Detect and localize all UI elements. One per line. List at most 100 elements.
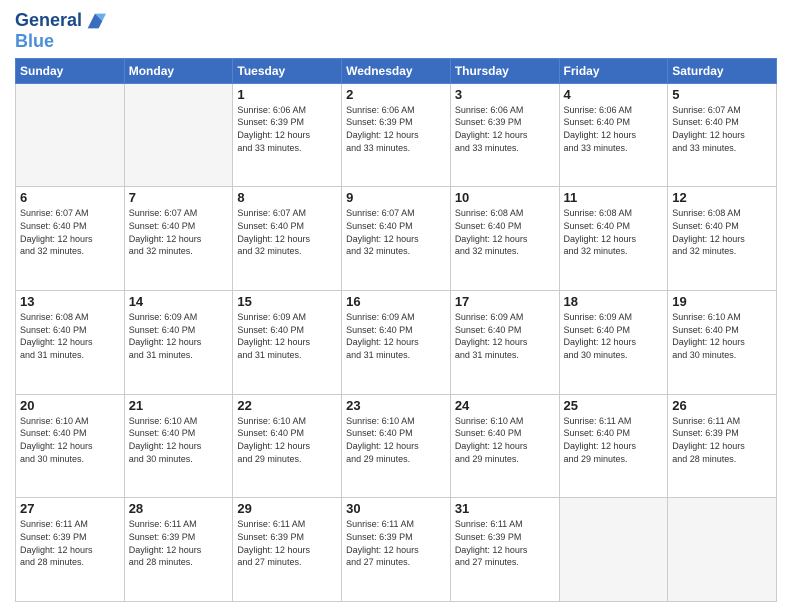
day-number: 11 bbox=[564, 190, 664, 205]
day-number: 17 bbox=[455, 294, 555, 309]
day-number: 20 bbox=[20, 398, 120, 413]
cell-info: Sunrise: 6:09 AM Sunset: 6:40 PM Dayligh… bbox=[564, 311, 664, 361]
calendar-header-row: SundayMondayTuesdayWednesdayThursdayFrid… bbox=[16, 58, 777, 83]
day-number: 1 bbox=[237, 87, 337, 102]
cell-info: Sunrise: 6:10 AM Sunset: 6:40 PM Dayligh… bbox=[237, 415, 337, 465]
day-number: 10 bbox=[455, 190, 555, 205]
calendar-cell bbox=[668, 498, 777, 602]
calendar-week-row: 20 Sunrise: 6:10 AM Sunset: 6:40 PM Dayli… bbox=[16, 394, 777, 498]
day-number: 14 bbox=[129, 294, 229, 309]
page: General Blue SundayMondayTuesdayWednesda… bbox=[0, 0, 792, 612]
day-number: 31 bbox=[455, 501, 555, 516]
cell-info: Sunrise: 6:11 AM Sunset: 6:39 PM Dayligh… bbox=[672, 415, 772, 465]
day-number: 30 bbox=[346, 501, 446, 516]
day-number: 25 bbox=[564, 398, 664, 413]
calendar-cell bbox=[16, 83, 125, 187]
calendar-cell: 13 Sunrise: 6:08 AM Sunset: 6:40 PM Dayli… bbox=[16, 291, 125, 395]
day-number: 5 bbox=[672, 87, 772, 102]
calendar-cell: 2Sunrise: 6:06 AM Sunset: 6:39 PM Daylig… bbox=[342, 83, 451, 187]
calendar-cell: 5 Sunrise: 6:07 AM Sunset: 6:40 PM Daylig… bbox=[668, 83, 777, 187]
cell-info: Sunrise: 6:08 AM Sunset: 6:40 PM Dayligh… bbox=[564, 207, 664, 257]
cell-info: Sunrise: 6:07 AM Sunset: 6:40 PM Dayligh… bbox=[20, 207, 120, 257]
column-header-tuesday: Tuesday bbox=[233, 58, 342, 83]
day-number: 4 bbox=[564, 87, 664, 102]
cell-info: Sunrise: 6:07 AM Sunset: 6:40 PM Dayligh… bbox=[672, 104, 772, 154]
header: General Blue bbox=[15, 10, 777, 52]
calendar-cell: 29 Sunrise: 6:11 AM Sunset: 6:39 PM Dayli… bbox=[233, 498, 342, 602]
day-number: 24 bbox=[455, 398, 555, 413]
calendar-cell bbox=[559, 498, 668, 602]
day-number: 22 bbox=[237, 398, 337, 413]
day-number: 7 bbox=[129, 190, 229, 205]
day-number: 28 bbox=[129, 501, 229, 516]
calendar-cell: 28 Sunrise: 6:11 AM Sunset: 6:39 PM Dayli… bbox=[124, 498, 233, 602]
calendar-week-row: 27 Sunrise: 6:11 AM Sunset: 6:39 PM Dayli… bbox=[16, 498, 777, 602]
cell-info: Sunrise: 6:11 AM Sunset: 6:39 PM Dayligh… bbox=[346, 518, 446, 568]
cell-info: Sunrise: 6:09 AM Sunset: 6:40 PM Dayligh… bbox=[237, 311, 337, 361]
day-number: 19 bbox=[672, 294, 772, 309]
calendar-week-row: 13 Sunrise: 6:08 AM Sunset: 6:40 PM Dayli… bbox=[16, 291, 777, 395]
day-number: 23 bbox=[346, 398, 446, 413]
day-number: 16 bbox=[346, 294, 446, 309]
cell-info: Sunrise: 6:07 AM Sunset: 6:40 PM Dayligh… bbox=[129, 207, 229, 257]
logo: General Blue bbox=[15, 10, 106, 52]
day-number: 9 bbox=[346, 190, 446, 205]
calendar-cell: 26Sunrise: 6:11 AM Sunset: 6:39 PM Dayli… bbox=[668, 394, 777, 498]
calendar-cell: 30 Sunrise: 6:11 AM Sunset: 6:39 PM Dayli… bbox=[342, 498, 451, 602]
calendar-cell: 8 Sunrise: 6:07 AM Sunset: 6:40 PM Daylig… bbox=[233, 187, 342, 291]
calendar-cell: 7 Sunrise: 6:07 AM Sunset: 6:40 PM Daylig… bbox=[124, 187, 233, 291]
day-number: 12 bbox=[672, 190, 772, 205]
calendar-table: SundayMondayTuesdayWednesdayThursdayFrid… bbox=[15, 58, 777, 602]
cell-info: Sunrise: 6:07 AM Sunset: 6:40 PM Dayligh… bbox=[346, 207, 446, 257]
day-number: 15 bbox=[237, 294, 337, 309]
logo-icon bbox=[84, 10, 106, 32]
calendar-cell: 9 Sunrise: 6:07 AM Sunset: 6:40 PM Daylig… bbox=[342, 187, 451, 291]
calendar-cell: 1Sunrise: 6:06 AM Sunset: 6:39 PM Daylig… bbox=[233, 83, 342, 187]
calendar-cell: 12 Sunrise: 6:08 AM Sunset: 6:40 PM Dayli… bbox=[668, 187, 777, 291]
cell-info: Sunrise: 6:10 AM Sunset: 6:40 PM Dayligh… bbox=[129, 415, 229, 465]
cell-info: Sunrise: 6:09 AM Sunset: 6:40 PM Dayligh… bbox=[346, 311, 446, 361]
day-number: 13 bbox=[20, 294, 120, 309]
cell-info: Sunrise: 6:11 AM Sunset: 6:39 PM Dayligh… bbox=[455, 518, 555, 568]
cell-info: Sunrise: 6:11 AM Sunset: 6:39 PM Dayligh… bbox=[237, 518, 337, 568]
column-header-saturday: Saturday bbox=[668, 58, 777, 83]
cell-info: Sunrise: 6:09 AM Sunset: 6:40 PM Dayligh… bbox=[129, 311, 229, 361]
cell-info: Sunrise: 6:08 AM Sunset: 6:40 PM Dayligh… bbox=[20, 311, 120, 361]
calendar-cell: 20 Sunrise: 6:10 AM Sunset: 6:40 PM Dayli… bbox=[16, 394, 125, 498]
cell-info: Sunrise: 6:11 AM Sunset: 6:40 PM Dayligh… bbox=[564, 415, 664, 465]
calendar-cell bbox=[124, 83, 233, 187]
day-number: 6 bbox=[20, 190, 120, 205]
calendar-cell: 21Sunrise: 6:10 AM Sunset: 6:40 PM Dayli… bbox=[124, 394, 233, 498]
calendar-week-row: 6 Sunrise: 6:07 AM Sunset: 6:40 PM Daylig… bbox=[16, 187, 777, 291]
column-header-thursday: Thursday bbox=[450, 58, 559, 83]
calendar-cell: 15 Sunrise: 6:09 AM Sunset: 6:40 PM Dayli… bbox=[233, 291, 342, 395]
column-header-wednesday: Wednesday bbox=[342, 58, 451, 83]
logo-text: General bbox=[15, 11, 82, 31]
cell-info: Sunrise: 6:09 AM Sunset: 6:40 PM Dayligh… bbox=[455, 311, 555, 361]
calendar-cell: 19 Sunrise: 6:10 AM Sunset: 6:40 PM Dayli… bbox=[668, 291, 777, 395]
cell-info: Sunrise: 6:10 AM Sunset: 6:40 PM Dayligh… bbox=[672, 311, 772, 361]
cell-info: Sunrise: 6:10 AM Sunset: 6:40 PM Dayligh… bbox=[455, 415, 555, 465]
calendar-cell: 10 Sunrise: 6:08 AM Sunset: 6:40 PM Dayli… bbox=[450, 187, 559, 291]
column-header-monday: Monday bbox=[124, 58, 233, 83]
cell-info: Sunrise: 6:11 AM Sunset: 6:39 PM Dayligh… bbox=[129, 518, 229, 568]
cell-info: Sunrise: 6:11 AM Sunset: 6:39 PM Dayligh… bbox=[20, 518, 120, 568]
cell-info: Sunrise: 6:07 AM Sunset: 6:40 PM Dayligh… bbox=[237, 207, 337, 257]
cell-info: Sunrise: 6:08 AM Sunset: 6:40 PM Dayligh… bbox=[455, 207, 555, 257]
cell-info: Sunrise: 6:06 AM Sunset: 6:40 PM Dayligh… bbox=[564, 104, 664, 154]
logo-blue: Blue bbox=[15, 32, 106, 52]
day-number: 27 bbox=[20, 501, 120, 516]
calendar-cell: 23 Sunrise: 6:10 AM Sunset: 6:40 PM Dayli… bbox=[342, 394, 451, 498]
calendar-cell: 31 Sunrise: 6:11 AM Sunset: 6:39 PM Dayli… bbox=[450, 498, 559, 602]
calendar-cell: 3Sunrise: 6:06 AM Sunset: 6:39 PM Daylig… bbox=[450, 83, 559, 187]
cell-info: Sunrise: 6:10 AM Sunset: 6:40 PM Dayligh… bbox=[20, 415, 120, 465]
calendar-cell: 11 Sunrise: 6:08 AM Sunset: 6:40 PM Dayli… bbox=[559, 187, 668, 291]
day-number: 8 bbox=[237, 190, 337, 205]
calendar-cell: 25 Sunrise: 6:11 AM Sunset: 6:40 PM Dayli… bbox=[559, 394, 668, 498]
cell-info: Sunrise: 6:08 AM Sunset: 6:40 PM Dayligh… bbox=[672, 207, 772, 257]
cell-info: Sunrise: 6:10 AM Sunset: 6:40 PM Dayligh… bbox=[346, 415, 446, 465]
calendar-cell: 27 Sunrise: 6:11 AM Sunset: 6:39 PM Dayli… bbox=[16, 498, 125, 602]
calendar-cell: 4 Sunrise: 6:06 AM Sunset: 6:40 PM Daylig… bbox=[559, 83, 668, 187]
day-number: 18 bbox=[564, 294, 664, 309]
day-number: 29 bbox=[237, 501, 337, 516]
